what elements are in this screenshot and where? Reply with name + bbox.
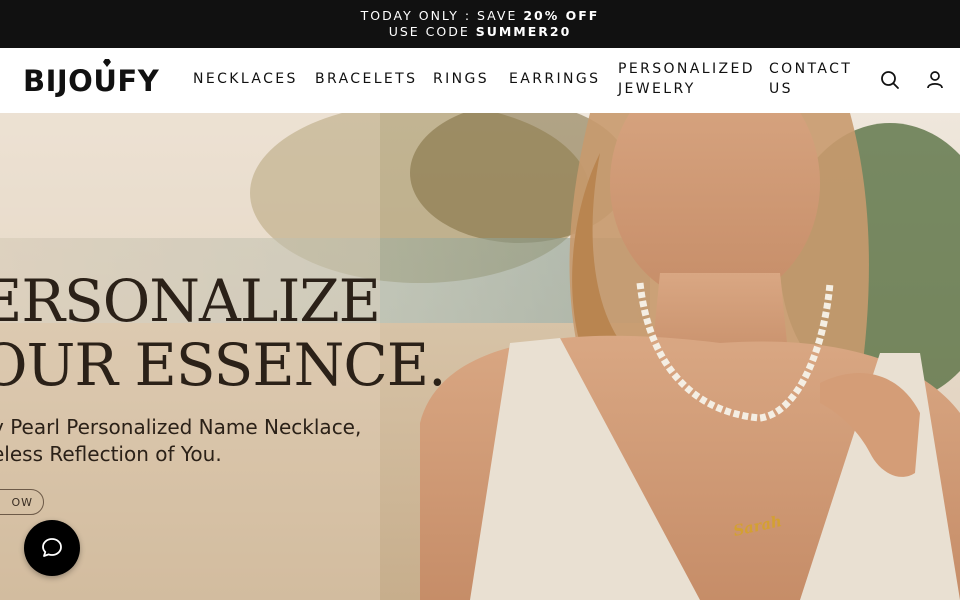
nav-label: RINGS: [433, 71, 490, 87]
logo[interactable]: BIJOUFY: [23, 59, 160, 98]
nav-personalized-jewelry[interactable]: PERSONALIZED JEWELRY: [618, 59, 755, 99]
ring-icon: [103, 59, 111, 67]
chat-button[interactable]: [24, 520, 80, 576]
announcement-text: TODAY ONLY : SAVE: [360, 8, 524, 23]
hero-banner: ERSONALIZE OUR ESSENCE. y Pearl Personal…: [0, 113, 960, 600]
nav-rings[interactable]: RINGS: [433, 69, 489, 89]
discount-amount: 20% OFF: [523, 8, 600, 23]
search-button[interactable]: [880, 70, 900, 94]
announcement-line-2: USE CODE SUMMER20: [389, 24, 572, 40]
nav-label-line1: PERSONALIZED: [618, 61, 755, 77]
account-button[interactable]: [926, 70, 944, 94]
announcement-bar: TODAY ONLY : SAVE 20% OFF USE CODE SUMME…: [0, 0, 960, 48]
nav-earrings[interactable]: EARRINGS: [509, 69, 600, 89]
hero-headline-line1: ERSONALIZE: [0, 267, 381, 335]
promo-code: SUMMER20: [475, 24, 572, 39]
shop-now-button[interactable]: OW: [0, 489, 44, 515]
announcement-line-1: TODAY ONLY : SAVE 20% OFF: [361, 8, 600, 24]
nav-label-line2: JEWELRY: [618, 81, 696, 97]
nav-label-line2: US: [769, 81, 793, 97]
chat-bubble-icon: [42, 538, 62, 557]
hero-subtitle-line1: y Pearl Personalized Name Necklace,: [0, 415, 362, 439]
nav-label: EARRINGS: [509, 71, 601, 87]
search-icon: [881, 71, 899, 89]
user-icon: [927, 71, 943, 89]
promo-code-label: USE CODE: [388, 24, 476, 39]
logo-text: BIJOUFY: [23, 64, 160, 98]
nav-label-line1: CONTACT: [769, 61, 853, 77]
hero-headline-line2: OUR ESSENCE.: [0, 331, 447, 399]
site-header: BIJOUFY NECKLACES BRACELETS RINGS EARRIN…: [0, 48, 960, 114]
nav-bracelets[interactable]: BRACELETS: [315, 69, 417, 89]
nav-necklaces[interactable]: NECKLACES: [193, 69, 298, 89]
nav-contact-us[interactable]: CONTACT US: [769, 59, 852, 99]
nav-label: BRACELETS: [315, 71, 418, 87]
hero-subtitle-line2: eless Reflection of You.: [0, 442, 222, 466]
nav-label: NECKLACES: [193, 71, 298, 87]
